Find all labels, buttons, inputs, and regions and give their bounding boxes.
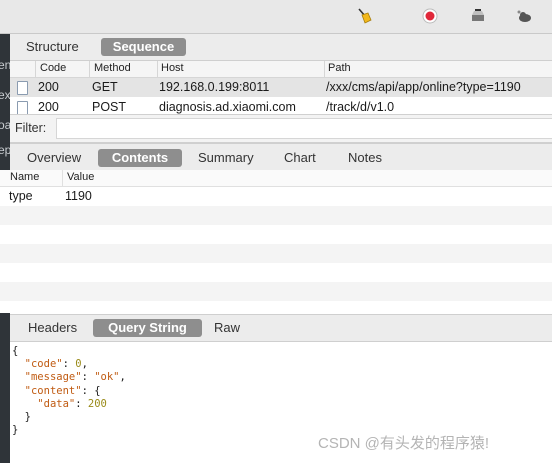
param-value: 1190 [65, 189, 92, 203]
request-code: 200 [38, 100, 59, 114]
tab-headers[interactable]: Headers [24, 319, 81, 337]
document-icon [17, 101, 28, 114]
response-tab-bar: Headers Query String Raw [10, 314, 552, 342]
json-brace: } [24, 411, 31, 424]
document-icon [17, 81, 28, 95]
empty-row [0, 225, 552, 244]
broom-icon[interactable] [354, 6, 374, 26]
json-brace: } [12, 424, 19, 437]
request-method: GET [92, 80, 118, 94]
toolbar [0, 0, 552, 34]
empty-row [0, 282, 552, 301]
json-string: "ok" [94, 371, 120, 384]
tab-structure[interactable]: Structure [22, 38, 83, 56]
column-header-path[interactable]: Path [328, 62, 351, 74]
column-header-host[interactable]: Host [161, 62, 184, 74]
view-tab-bar: Structure Sequence [10, 34, 552, 61]
json-key: "content" [24, 384, 82, 397]
table-row[interactable]: 200 POST diagnosis.ad.xiaomi.com /track/… [10, 98, 552, 114]
background-text: en [0, 58, 10, 72]
request-path: /xxx/cms/api/app/online?type=1190 [326, 80, 521, 94]
tab-sequence[interactable]: Sequence [101, 38, 186, 56]
request-code: 200 [38, 80, 59, 94]
tab-raw[interactable]: Raw [210, 319, 244, 337]
detail-tab-bar: Overview Contents Summary Chart Notes [10, 143, 552, 172]
settings-cloud-icon[interactable] [514, 6, 534, 26]
param-name: type [9, 189, 33, 203]
json-number: 200 [87, 397, 107, 410]
request-table: Code Method Host Path 200 GET 192.168.0.… [10, 61, 552, 114]
request-table-header: Code Method Host Path [10, 61, 552, 78]
request-host: 192.168.0.199:8011 [159, 80, 270, 94]
query-params-table: Name Value type 1190 [0, 170, 552, 313]
json-key: "code" [24, 358, 63, 371]
filter-bar: Filter: [10, 114, 552, 143]
column-header-value[interactable]: Value [67, 171, 94, 183]
request-path: /track/d/v1.0 [326, 100, 395, 114]
column-header-name[interactable]: Name [10, 171, 39, 183]
empty-row [0, 263, 552, 282]
record-icon[interactable] [420, 6, 440, 26]
tab-chart[interactable]: Chart [280, 149, 320, 167]
tab-query-string[interactable]: Query String [93, 319, 202, 337]
table-row[interactable]: type 1190 [0, 187, 552, 206]
json-key: "message" [24, 371, 82, 384]
request-method: POST [92, 100, 127, 114]
background-text: oa [0, 118, 10, 132]
params-header: Name Value [0, 170, 552, 187]
json-brace: { [12, 345, 19, 357]
json-brace: { [94, 384, 101, 397]
background-text: ex [0, 88, 10, 102]
table-row[interactable]: 200 GET 192.168.0.199:8011 /xxx/cms/api/… [10, 78, 552, 97]
json-key: "data" [37, 397, 76, 410]
tab-summary[interactable]: Summary [194, 149, 258, 167]
tab-overview[interactable]: Overview [23, 149, 85, 167]
watermark: CSDN @有头发的程序猿! [318, 435, 490, 452]
filter-input[interactable] [56, 118, 552, 139]
request-host: diagnosis.ad.xiaomi.com [159, 100, 296, 114]
tab-contents[interactable]: Contents [98, 149, 182, 167]
throttle-icon[interactable] [468, 6, 488, 26]
tab-notes[interactable]: Notes [344, 149, 386, 167]
json-number: 0 [75, 358, 82, 371]
empty-row [0, 206, 552, 225]
filter-label: Filter: [15, 121, 47, 135]
column-header-method[interactable]: Method [94, 62, 131, 74]
column-header-code[interactable]: Code [40, 62, 66, 74]
response-json: { "code": 0, "message": "ok", "content":… [12, 345, 126, 437]
empty-row [0, 244, 552, 263]
background-text: ep [0, 143, 10, 157]
